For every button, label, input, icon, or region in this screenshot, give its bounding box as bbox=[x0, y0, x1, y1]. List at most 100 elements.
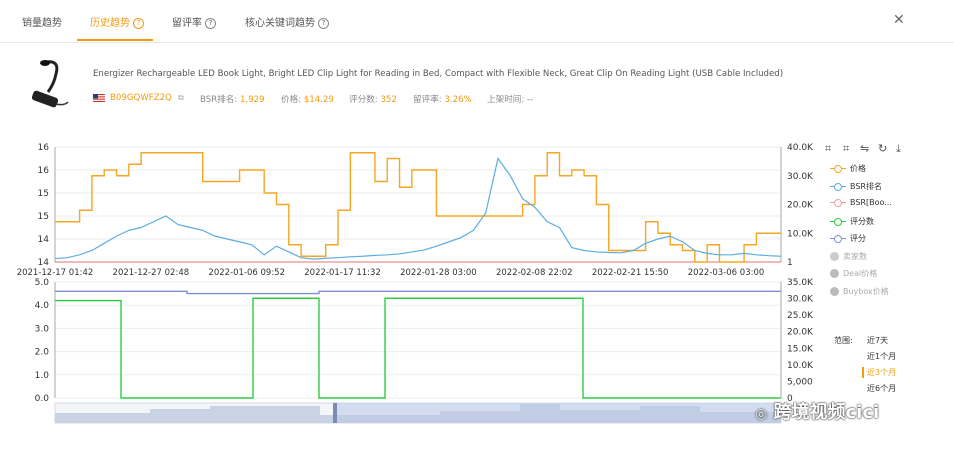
rate-value: 3.26% bbox=[444, 95, 472, 105]
watermark: ◎ 跨境视频cici bbox=[755, 398, 879, 424]
x-axis-tick-label: 2022-02-08 22:02 bbox=[496, 268, 573, 278]
right-axis-tick-label: 20.0K bbox=[787, 201, 814, 211]
legend-dot-icon bbox=[834, 165, 842, 173]
legend-dot-icon bbox=[834, 235, 842, 243]
x-axis-tick-label: 2022-02-21 15:50 bbox=[592, 268, 669, 278]
range-1m[interactable]: 近1个月 bbox=[867, 351, 896, 362]
close-button[interactable]: ✕ bbox=[893, 12, 905, 28]
legend-item[interactable]: Buybox价格 bbox=[830, 286, 889, 297]
legend-marker-icon bbox=[830, 269, 839, 278]
left-axis-tick-label: 5.0 bbox=[35, 278, 50, 288]
right-axis-tick-label: 35.0K bbox=[787, 278, 814, 288]
asin-link[interactable]: B09GQWFZ2Q bbox=[110, 93, 172, 103]
legend-label: 卖家数 bbox=[843, 251, 867, 261]
rate-label: 留评率: bbox=[413, 95, 442, 105]
wechat-icon: ◎ bbox=[755, 406, 768, 422]
x-axis-tick-label: 2022-01-17 11:32 bbox=[304, 268, 381, 278]
legend-marker-icon bbox=[830, 182, 846, 191]
legend-label: 评分数 bbox=[850, 216, 874, 226]
left-axis-tick-label: 14 bbox=[38, 258, 50, 268]
rating-series-line bbox=[55, 290, 781, 295]
launch-value: -- bbox=[527, 95, 534, 105]
right-axis-tick-label: 1 bbox=[787, 258, 793, 268]
active-tab-indicator bbox=[77, 39, 153, 41]
right-axis-tick-label: 20.0K bbox=[787, 328, 814, 338]
left-axis-tick-label: 15 bbox=[38, 189, 49, 199]
reviews-value: 352 bbox=[380, 95, 397, 105]
left-axis-tick-label: 3.0 bbox=[35, 324, 50, 334]
bsr-series-line bbox=[54, 157, 782, 260]
x-axis-tick-label: 2022-01-06 09:52 bbox=[208, 268, 285, 278]
refresh-icon[interactable]: ↻ bbox=[878, 142, 887, 155]
legend-marker-icon bbox=[830, 251, 839, 261]
bsr-label: BSR排名: bbox=[200, 95, 238, 105]
legend-dot-icon bbox=[834, 199, 842, 207]
price: 价格: $14.29 bbox=[281, 93, 334, 105]
review-count: 评分数: 352 bbox=[349, 93, 397, 105]
data-zoom-shadow bbox=[55, 404, 781, 423]
range-7d[interactable]: 近7天 bbox=[867, 335, 888, 346]
right-axis-tick-label: 5,000 bbox=[787, 377, 813, 387]
swap-icon[interactable]: ⇋ bbox=[860, 142, 869, 155]
range-label: 范围: bbox=[834, 336, 853, 345]
product-image bbox=[31, 60, 69, 108]
right-axis-tick-label: 25.0K bbox=[787, 311, 814, 321]
legend-item[interactable]: BSR[Boo... bbox=[830, 198, 892, 207]
legend-item[interactable]: 评分数 bbox=[830, 216, 874, 227]
left-axis-tick-label: 16 bbox=[38, 143, 50, 153]
legend-marker-icon bbox=[830, 235, 846, 243]
right-axis-tick-label: 10.0K bbox=[787, 229, 814, 239]
legend-dot-icon bbox=[834, 182, 842, 191]
left-axis-tick-label: 0.0 bbox=[35, 394, 50, 404]
review-count-series-line bbox=[55, 297, 781, 399]
launch-label: 上架时间: bbox=[487, 95, 525, 105]
legend-item[interactable]: BSR排名 bbox=[830, 181, 882, 192]
legend-label: Deal价格 bbox=[843, 269, 878, 278]
x-axis-tick-label: 2022-03-06 03:00 bbox=[688, 268, 765, 278]
legend-marker-icon bbox=[830, 286, 839, 296]
tab-sales-trend[interactable]: 销量趋势 bbox=[22, 14, 62, 29]
legend-item[interactable]: Deal价格 bbox=[830, 268, 877, 279]
us-flag-icon bbox=[93, 94, 105, 102]
legend-item[interactable]: 价格 bbox=[830, 163, 866, 174]
range-3m[interactable]: 近3个月 bbox=[862, 367, 896, 378]
right-axis-tick-label: 30.0K bbox=[787, 295, 814, 305]
price-series-line bbox=[55, 152, 781, 263]
launch-date: 上架时间: -- bbox=[487, 93, 533, 105]
data-zoom-track bbox=[54, 402, 782, 424]
right-axis-tick-label: 40.0K bbox=[787, 143, 814, 153]
zoom-reset-icon[interactable]: ⌗ bbox=[843, 142, 849, 156]
help-icon[interactable]: ? bbox=[318, 18, 329, 29]
tab-label: 历史趋势 bbox=[90, 18, 130, 29]
external-link-icon[interactable]: ⧉ bbox=[178, 93, 184, 103]
x-axis-tick-label: 2021-12-27 02:48 bbox=[113, 268, 190, 278]
legend-item[interactable]: 评分 bbox=[830, 233, 866, 244]
legend-label: 价格 bbox=[850, 164, 866, 173]
left-axis-tick-label: 14 bbox=[38, 235, 50, 245]
tab-label: 销量趋势 bbox=[22, 18, 62, 29]
data-zoom-selection bbox=[335, 403, 781, 423]
help-icon[interactable]: ? bbox=[133, 18, 144, 29]
legend-item[interactable]: 卖家数 bbox=[830, 251, 867, 262]
range-6m[interactable]: 近6个月 bbox=[867, 383, 896, 394]
price-value: $14.29 bbox=[303, 95, 334, 105]
review-rate: 留评率: 3.26% bbox=[413, 93, 472, 105]
bsr-rank: BSR排名: 1,929 bbox=[200, 93, 265, 105]
tab-keyword-trend[interactable]: 核心关键词趋势? bbox=[245, 14, 329, 29]
bsr-value: 1,929 bbox=[240, 95, 265, 105]
zoom-select-icon[interactable]: ⌗ bbox=[825, 142, 831, 156]
left-axis-tick-label: 15 bbox=[38, 212, 49, 222]
right-axis-tick-label: 10.0K bbox=[787, 361, 814, 371]
legend-label: Buybox价格 bbox=[843, 286, 889, 296]
reviews-label: 评分数: bbox=[349, 95, 378, 105]
legend-marker-icon bbox=[830, 165, 846, 173]
x-axis-tick-label: 2022-01-28 03:00 bbox=[400, 268, 477, 278]
download-icon[interactable]: ⤓ bbox=[896, 142, 901, 156]
legend-label: BSR排名 bbox=[850, 181, 882, 191]
legend-marker-icon bbox=[830, 217, 846, 226]
left-axis-tick-label: 2.0 bbox=[35, 348, 50, 358]
help-icon[interactable]: ? bbox=[205, 18, 216, 29]
tab-review-rate[interactable]: 留评率? bbox=[172, 14, 216, 29]
tab-history-trend[interactable]: 历史趋势? bbox=[90, 14, 144, 29]
right-axis-tick-label: 15.0K bbox=[787, 344, 814, 354]
